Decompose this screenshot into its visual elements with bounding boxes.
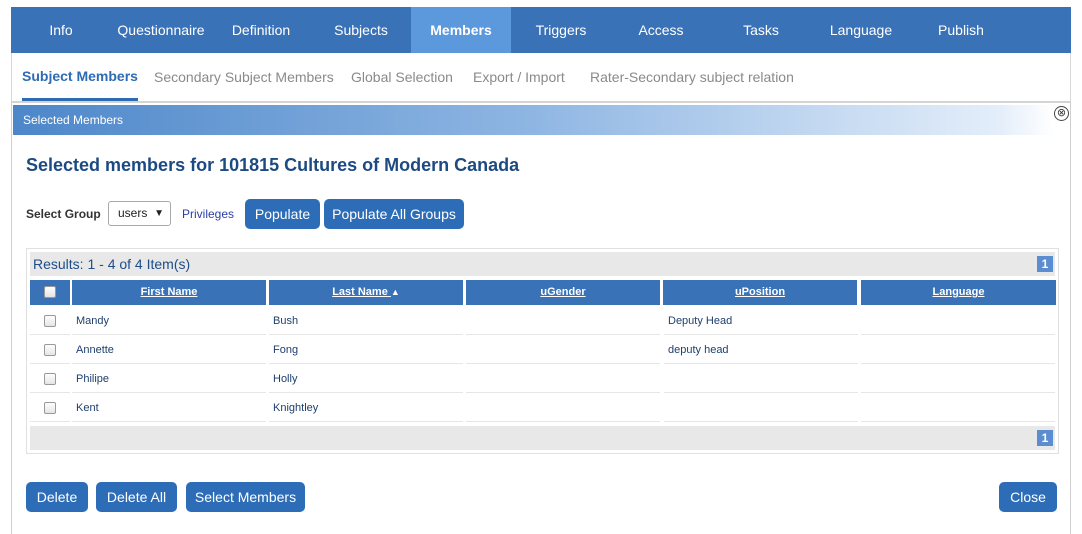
table-row[interactable]: Kent Knightley xyxy=(30,395,1055,423)
subtab-global-selection[interactable]: Global Selection xyxy=(351,53,453,101)
row-checkbox[interactable] xyxy=(44,315,56,328)
populate-button[interactable]: Populate xyxy=(245,199,320,229)
row-checkbox-cell xyxy=(30,366,70,393)
tab-definition[interactable]: Definition xyxy=(211,7,311,53)
main-tab-bar: Info Questionnaire Definition Subjects M… xyxy=(11,7,1071,53)
cell-first-name: Kent xyxy=(72,395,266,422)
panel-header: Selected Members xyxy=(13,105,1053,135)
column-uposition[interactable]: uPosition xyxy=(663,280,857,305)
cell-first-name: Annette xyxy=(72,337,266,364)
row-checkbox[interactable] xyxy=(44,402,56,415)
column-first-name[interactable]: First Name xyxy=(72,280,266,305)
select-group-label: Select Group xyxy=(26,207,101,221)
close-button[interactable]: Close xyxy=(999,482,1057,512)
row-checkbox[interactable] xyxy=(44,344,56,357)
row-checkbox-cell xyxy=(30,395,70,422)
cell-language xyxy=(861,337,1055,364)
table-row[interactable]: Annette Fong deputy head xyxy=(30,337,1055,365)
populate-all-groups-button[interactable]: Populate All Groups xyxy=(324,199,464,229)
subtab-secondary-subject-members[interactable]: Secondary Subject Members xyxy=(154,53,334,101)
delete-button[interactable]: Delete xyxy=(26,482,88,512)
tab-triggers[interactable]: Triggers xyxy=(511,7,611,53)
grid-bottom-bar: 1 xyxy=(30,426,1055,450)
row-checkbox-cell xyxy=(30,337,70,364)
page-number-bottom[interactable]: 1 xyxy=(1037,430,1053,446)
cell-last-name: Fong xyxy=(269,337,463,364)
tab-members[interactable]: Members xyxy=(411,7,511,53)
cell-last-name: Holly xyxy=(269,366,463,393)
cell-uposition: Deputy Head xyxy=(664,308,858,335)
tab-tasks[interactable]: Tasks xyxy=(711,7,811,53)
cell-language xyxy=(861,366,1055,393)
cell-ugender xyxy=(466,308,660,335)
cell-uposition xyxy=(664,366,858,393)
row-checkbox-cell xyxy=(30,308,70,335)
page-title: Selected members for 101815 Cultures of … xyxy=(26,155,520,175)
column-last-name-label: Last Name xyxy=(332,286,388,298)
privileges-link[interactable]: Privileges xyxy=(182,207,234,221)
cell-language xyxy=(861,308,1055,335)
tab-language[interactable]: Language xyxy=(811,7,911,53)
selected-members-panel: Selected Members ⊗ Selected members for … xyxy=(11,101,1071,534)
table-row[interactable]: Philipe Holly xyxy=(30,366,1055,394)
sort-ascending-icon: ▲ xyxy=(390,287,400,297)
cell-language xyxy=(861,395,1055,422)
subtab-subject-members[interactable]: Subject Members xyxy=(22,53,138,101)
page-number-top[interactable]: 1 xyxy=(1037,256,1053,272)
column-language[interactable]: Language xyxy=(861,280,1056,305)
close-panel-icon[interactable]: ⊗ xyxy=(1054,106,1069,121)
cell-last-name: Bush xyxy=(269,308,463,335)
cell-ugender xyxy=(466,395,660,422)
cell-first-name: Philipe xyxy=(72,366,266,393)
cell-uposition: deputy head xyxy=(664,337,858,364)
table-row[interactable]: Mandy Bush Deputy Head xyxy=(30,308,1055,336)
select-members-button[interactable]: Select Members xyxy=(186,482,305,512)
group-select-value: users xyxy=(118,206,148,220)
column-last-name[interactable]: Last Name ▲ xyxy=(269,280,463,305)
results-count: Results: 1 - 4 of 4 Item(s) xyxy=(33,256,191,272)
tab-questionnaire[interactable]: Questionnaire xyxy=(111,7,211,53)
select-all-checkbox[interactable] xyxy=(44,286,56,299)
select-all-header xyxy=(30,280,70,305)
cell-ugender xyxy=(466,366,660,393)
group-select[interactable]: users ▼ xyxy=(108,201,171,226)
cell-ugender xyxy=(466,337,660,364)
cell-uposition xyxy=(664,395,858,422)
column-ugender[interactable]: uGender xyxy=(466,280,660,305)
tab-access[interactable]: Access xyxy=(611,7,711,53)
cell-last-name: Knightley xyxy=(269,395,463,422)
tab-info[interactable]: Info xyxy=(11,7,111,53)
tab-publish[interactable]: Publish xyxy=(911,7,1011,53)
tab-subjects[interactable]: Subjects xyxy=(311,7,411,53)
sub-tab-bar: Subject Members Secondary Subject Member… xyxy=(11,53,1071,101)
subtab-export-import[interactable]: Export / Import xyxy=(473,53,565,101)
delete-all-button[interactable]: Delete All xyxy=(96,482,177,512)
row-checkbox[interactable] xyxy=(44,373,56,386)
members-grid: Results: 1 - 4 of 4 Item(s) 1 First Name… xyxy=(26,248,1059,454)
cell-first-name: Mandy xyxy=(72,308,266,335)
dropdown-arrow-icon: ▼ xyxy=(154,208,164,219)
grid-top-bar: Results: 1 - 4 of 4 Item(s) 1 xyxy=(30,252,1055,276)
subtab-rater-secondary-relation[interactable]: Rater-Secondary subject relation xyxy=(590,53,794,101)
panel-header-title: Selected Members xyxy=(23,113,124,127)
